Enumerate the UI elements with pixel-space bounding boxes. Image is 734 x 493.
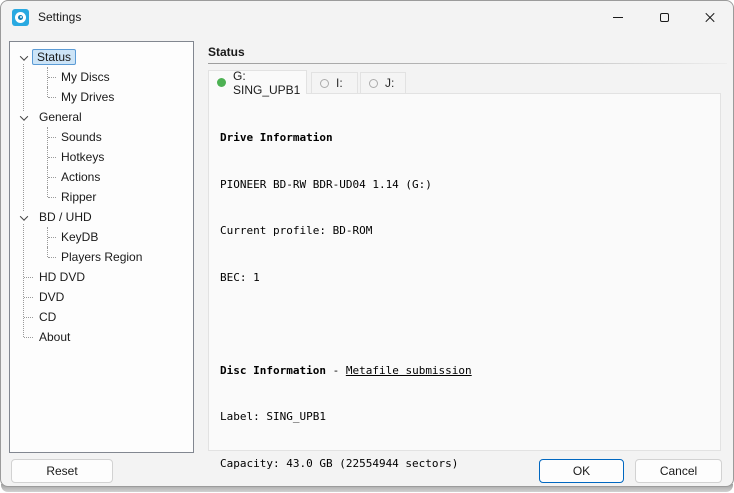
chevron-down-icon[interactable] xyxy=(17,51,30,64)
tree-item-my-drives[interactable]: My Drives xyxy=(10,87,193,107)
maximize-button[interactable] xyxy=(641,1,687,33)
tree-item-sounds[interactable]: Sounds xyxy=(10,127,193,147)
tree-item-hotkeys[interactable]: Hotkeys xyxy=(10,147,193,167)
tree-item-dvd[interactable]: DVD xyxy=(10,287,193,307)
tree-item-bd-uhd[interactable]: BD / UHD xyxy=(10,207,193,227)
minimize-icon xyxy=(613,17,623,18)
close-button[interactable] xyxy=(687,1,733,33)
app-eye-icon xyxy=(12,9,29,26)
titlebar: Settings xyxy=(1,1,733,33)
drive-empty-dot-icon xyxy=(369,79,378,88)
tree-item-status[interactable]: Status xyxy=(10,47,193,67)
tree-item-hd-dvd[interactable]: HD DVD xyxy=(10,267,193,287)
tree-item-my-discs[interactable]: My Discs xyxy=(10,67,193,87)
tree-item-about[interactable]: About xyxy=(10,327,193,347)
cancel-button[interactable]: Cancel xyxy=(635,459,722,483)
drive-status-text: Drive Information PIONEER BD-RW BDR-UD04… xyxy=(220,99,716,487)
tab-drive-g[interactable]: G: SING_UPB1 xyxy=(208,70,307,94)
status-content-panel: Drive Information PIONEER BD-RW BDR-UD04… xyxy=(208,93,721,451)
disc-loaded-dot-icon xyxy=(217,78,226,87)
tab-drive-i[interactable]: I: xyxy=(311,72,358,93)
metafile-submission-link[interactable]: Metafile submission xyxy=(346,364,472,377)
disc-info-heading-line: Disc Information - Metafile submission xyxy=(220,363,716,379)
drive-empty-dot-icon xyxy=(320,79,329,88)
ok-button[interactable]: OK xyxy=(539,459,624,483)
maximize-icon xyxy=(660,13,669,22)
tree-item-general[interactable]: General xyxy=(10,107,193,127)
tab-drive-j[interactable]: J: xyxy=(360,72,406,93)
close-icon xyxy=(704,11,716,23)
tree-item-ripper[interactable]: Ripper xyxy=(10,187,193,207)
tree-item-actions[interactable]: Actions xyxy=(10,167,193,187)
chevron-down-icon[interactable] xyxy=(17,211,30,224)
page-title: Status xyxy=(208,45,245,59)
reset-button[interactable]: Reset xyxy=(11,459,113,483)
minimize-button[interactable] xyxy=(595,1,641,33)
settings-window: Settings Status My Discs My Drives xyxy=(0,0,734,487)
heading-separator xyxy=(208,63,727,64)
chevron-down-icon[interactable] xyxy=(17,111,30,124)
settings-tree: Status My Discs My Drives General Sounds… xyxy=(9,41,194,453)
tree-item-players-region[interactable]: Players Region xyxy=(10,247,193,267)
tree-item-cd[interactable]: CD xyxy=(10,307,193,327)
window-title: Settings xyxy=(38,10,81,24)
drive-info-heading: Drive Information xyxy=(220,130,716,146)
tree-item-keydb[interactable]: KeyDB xyxy=(10,227,193,247)
